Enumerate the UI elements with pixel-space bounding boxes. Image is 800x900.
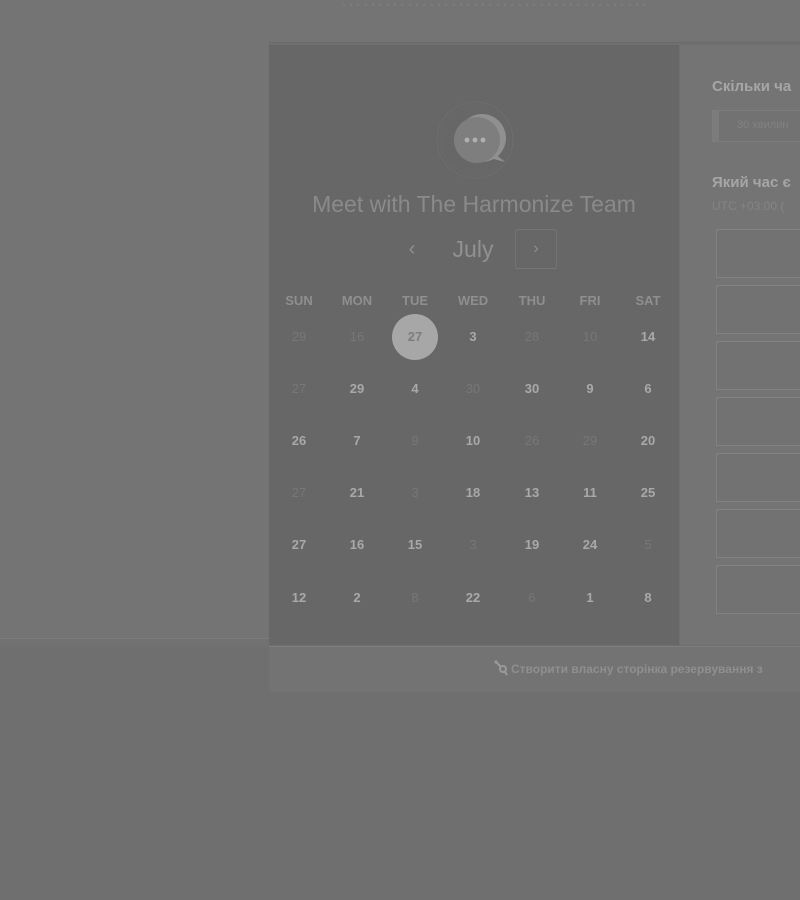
left-divider bbox=[0, 638, 269, 647]
weekday-sun: SUN bbox=[285, 293, 313, 308]
calendar-day[interactable]: 15 bbox=[392, 522, 438, 568]
calendar-day[interactable]: 24 bbox=[567, 522, 613, 568]
weekday-wed: WED bbox=[457, 293, 489, 308]
calendar-day[interactable]: 7 bbox=[334, 418, 380, 464]
calendar-day[interactable]: 12 bbox=[276, 575, 322, 621]
weekday-header: SUN MON TUE WED THU FRI SAT bbox=[269, 293, 679, 311]
time-question: Який час є bbox=[712, 174, 791, 191]
calendar-day[interactable]: 30 bbox=[509, 366, 555, 412]
calendar-day[interactable]: 11 bbox=[567, 470, 613, 516]
calendar-day[interactable]: 14 bbox=[625, 314, 671, 360]
create-booking-page-text: Створити власну сторінка резервування з bbox=[511, 662, 763, 676]
top-bar-text: …………………………………… bbox=[340, 0, 800, 6]
calendar-day[interactable]: 29 bbox=[334, 366, 380, 412]
calendar-day: 26 bbox=[524, 433, 540, 448]
selected-day[interactable]: 27 bbox=[392, 314, 438, 360]
calendar-day[interactable]: 2 bbox=[334, 575, 380, 621]
calendar-day[interactable]: 3 bbox=[450, 314, 496, 360]
calendar-day: 8 bbox=[411, 590, 419, 605]
duration-question: Скільки ча bbox=[712, 78, 792, 95]
create-booking-page-link[interactable]: Створити власну сторінка резервування з bbox=[493, 660, 763, 676]
time-slot[interactable] bbox=[716, 341, 800, 390]
top-bar: …………………………………… bbox=[0, 0, 800, 43]
calendar-day[interactable]: 22 bbox=[450, 575, 496, 621]
calendar-day[interactable]: 6 bbox=[625, 366, 671, 412]
calendar-day[interactable]: 10 bbox=[450, 418, 496, 464]
time-slot[interactable] bbox=[716, 565, 800, 614]
page-title: Meet with The Harmonize Team bbox=[312, 191, 636, 217]
left-pane bbox=[0, 42, 269, 638]
calendar-day: 28 bbox=[524, 329, 540, 344]
right-pane: Скільки ча 30 хвилин Який час є UTC +03:… bbox=[680, 45, 800, 645]
time-slot[interactable] bbox=[716, 509, 800, 558]
time-slot[interactable] bbox=[716, 229, 800, 278]
time-slot[interactable] bbox=[716, 453, 800, 502]
weekday-tue: TUE bbox=[402, 293, 428, 308]
month-label: July bbox=[452, 236, 494, 262]
calendar-day[interactable]: 16 bbox=[334, 522, 380, 568]
calendar-day[interactable]: 18 bbox=[450, 470, 496, 516]
calendar-grid: 29 16 27 3 28 10 14 27 29 4 30 30 9 6 26 7 9 10 26 29 20 27 21… bbox=[269, 314, 679, 647]
calendar-day: 27 bbox=[291, 381, 307, 396]
footer: Створити власну сторінка резервування з bbox=[269, 646, 800, 692]
time-slot[interactable] bbox=[716, 285, 800, 334]
calendar-day: 30 bbox=[465, 381, 481, 396]
calendar-day: 29 bbox=[291, 329, 307, 344]
next-month-button[interactable]: › bbox=[515, 229, 557, 269]
prev-month-button[interactable]: ‹ bbox=[398, 235, 426, 263]
calendar-day: 9 bbox=[411, 433, 419, 448]
duration-accent bbox=[713, 111, 719, 141]
duration-option-label: 30 хвилин bbox=[737, 119, 789, 131]
calendar-day[interactable]: 21 bbox=[334, 470, 380, 516]
calendar-day[interactable]: 4 bbox=[392, 366, 438, 412]
calendar-day[interactable]: 1 bbox=[567, 575, 613, 621]
time-slot[interactable] bbox=[716, 397, 800, 446]
calendar-day[interactable]: 20 bbox=[625, 418, 671, 464]
calendar-day[interactable]: 26 bbox=[276, 418, 322, 464]
duration-option[interactable]: 30 хвилин bbox=[712, 110, 800, 142]
chat-logo-icon bbox=[436, 101, 514, 179]
calendar-day: 16 bbox=[349, 329, 365, 344]
calendar-day: 3 bbox=[469, 537, 477, 552]
calendar-day[interactable]: 25 bbox=[625, 470, 671, 516]
calendar-day: 10 bbox=[582, 329, 598, 344]
calendar-day: 6 bbox=[528, 590, 536, 605]
weekday-fri: FRI bbox=[579, 293, 601, 308]
calendar-day: 29 bbox=[582, 433, 598, 448]
calendar-day[interactable]: 13 bbox=[509, 470, 555, 516]
calendar-day[interactable]: 9 bbox=[567, 366, 613, 412]
calendar-day: 27 bbox=[291, 485, 307, 500]
weekday-thu: THU bbox=[518, 293, 546, 308]
sprocket-icon bbox=[494, 660, 508, 676]
weekday-mon: MON bbox=[341, 293, 373, 308]
timezone-label[interactable]: UTC +03:00 ( bbox=[712, 199, 784, 213]
calendar-day: 5 bbox=[644, 537, 652, 552]
calendar-day[interactable]: 19 bbox=[509, 522, 555, 568]
calendar-day[interactable]: 8 bbox=[625, 575, 671, 621]
calendar-day[interactable]: 27 bbox=[276, 522, 322, 568]
booking-card: Meet with The Harmonize Team ‹ July › SU… bbox=[269, 45, 679, 645]
weekday-sat: SAT bbox=[635, 293, 661, 308]
calendar-day: 3 bbox=[411, 485, 419, 500]
